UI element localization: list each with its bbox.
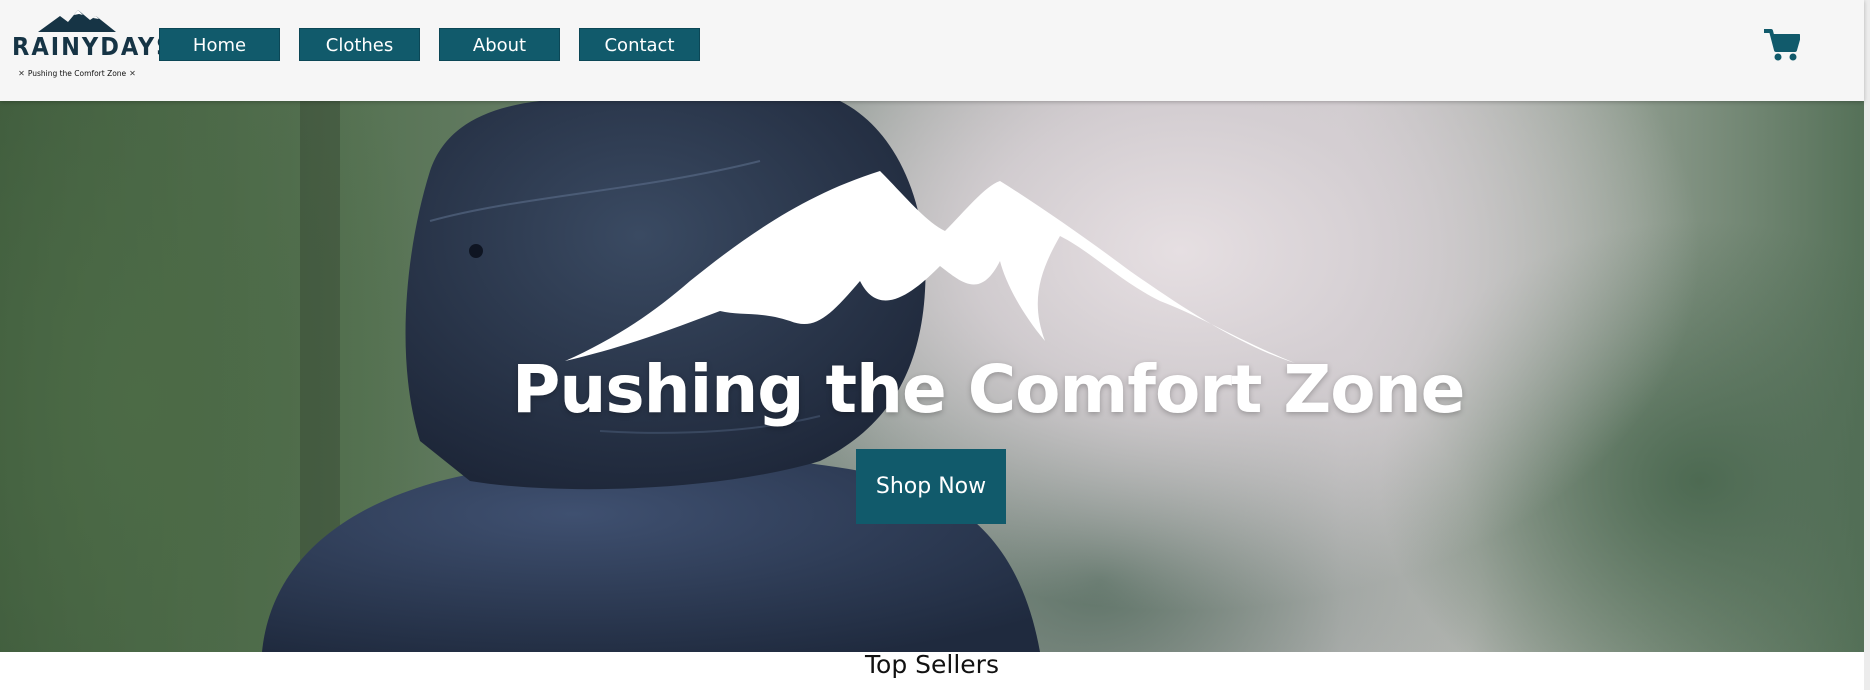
cart-button[interactable]: [1764, 28, 1801, 62]
brand-logo[interactable]: RAINYDAYS ✕ Pushing the Comfort Zone ✕: [12, 10, 175, 82]
nav-clothes-button[interactable]: Clothes: [299, 28, 420, 61]
brand-name: RAINYDAYS: [12, 32, 175, 61]
nav-home-button[interactable]: Home: [159, 28, 280, 61]
close-icon: ✕: [18, 69, 25, 78]
shop-now-button[interactable]: Shop Now: [856, 449, 1006, 524]
page-scrollbar[interactable]: [1864, 0, 1870, 690]
hero-banner: Pushing the Comfort Zone Shop Now: [0, 101, 1864, 652]
top-sellers-heading: Top Sellers: [865, 650, 999, 679]
brand-tagline: ✕ Pushing the Comfort Zone ✕: [12, 69, 142, 78]
hero-title: Pushing the Comfort Zone: [512, 351, 1465, 428]
brand-tagline-text: Pushing the Comfort Zone: [27, 69, 127, 78]
shopping-cart-icon: [1764, 29, 1801, 61]
site-header: RAINYDAYS ✕ Pushing the Comfort Zone ✕ Hom…: [0, 0, 1864, 101]
mountain-icon: [38, 10, 116, 32]
nav-about-button[interactable]: About: [439, 28, 560, 61]
close-icon: ✕: [129, 69, 136, 78]
nav-contact-button[interactable]: Contact: [579, 28, 700, 61]
